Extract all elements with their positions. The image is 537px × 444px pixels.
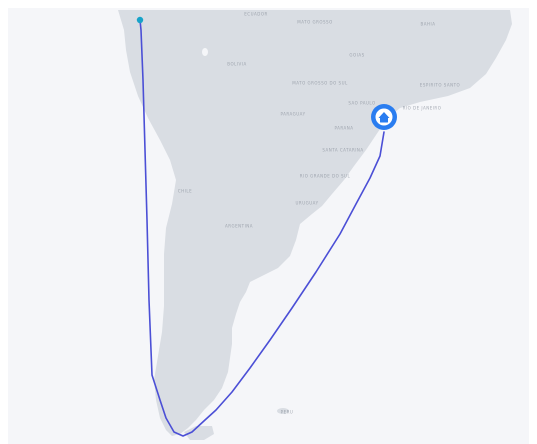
map-label: BOLIVIA bbox=[227, 61, 247, 67]
map-label: SAO PAULO bbox=[348, 100, 376, 106]
screen-margin bbox=[0, 0, 537, 8]
map-label: BAHIA bbox=[420, 21, 436, 27]
map-label: URUGUAY bbox=[295, 200, 319, 206]
screen-margin bbox=[0, 0, 8, 444]
map-label: MATO GROSSO bbox=[297, 19, 333, 25]
map-label: RIO DE JANEIRO bbox=[402, 105, 442, 111]
map-label: ECUADOR bbox=[244, 11, 268, 17]
map-label: MATO GROSSO DO SUL bbox=[292, 80, 348, 86]
map-label: PERU bbox=[280, 409, 294, 415]
south-america-landmass bbox=[118, 10, 512, 436]
map-label: SANTA CATARINA bbox=[322, 147, 364, 153]
screen-margin bbox=[529, 0, 537, 444]
destination-marker[interactable] bbox=[371, 104, 397, 130]
map-label: GOIAS bbox=[349, 52, 365, 58]
route-start-marker[interactable] bbox=[136, 16, 144, 24]
map-label: PARANA bbox=[334, 125, 354, 131]
map-label: RIO GRANDE DO SUL bbox=[299, 173, 351, 179]
map-label: ARGENTINA bbox=[225, 223, 253, 229]
map-svg bbox=[118, 10, 512, 440]
lake bbox=[202, 48, 208, 56]
map-label: PARAGUAY bbox=[280, 111, 306, 117]
map-label: CHILE bbox=[177, 188, 193, 194]
map-canvas[interactable]: ECUADOR MATO GROSSO BAHIA GOIAS BOLIVIA … bbox=[0, 0, 537, 444]
map-label: ESPIRITO SANTO bbox=[419, 82, 461, 88]
